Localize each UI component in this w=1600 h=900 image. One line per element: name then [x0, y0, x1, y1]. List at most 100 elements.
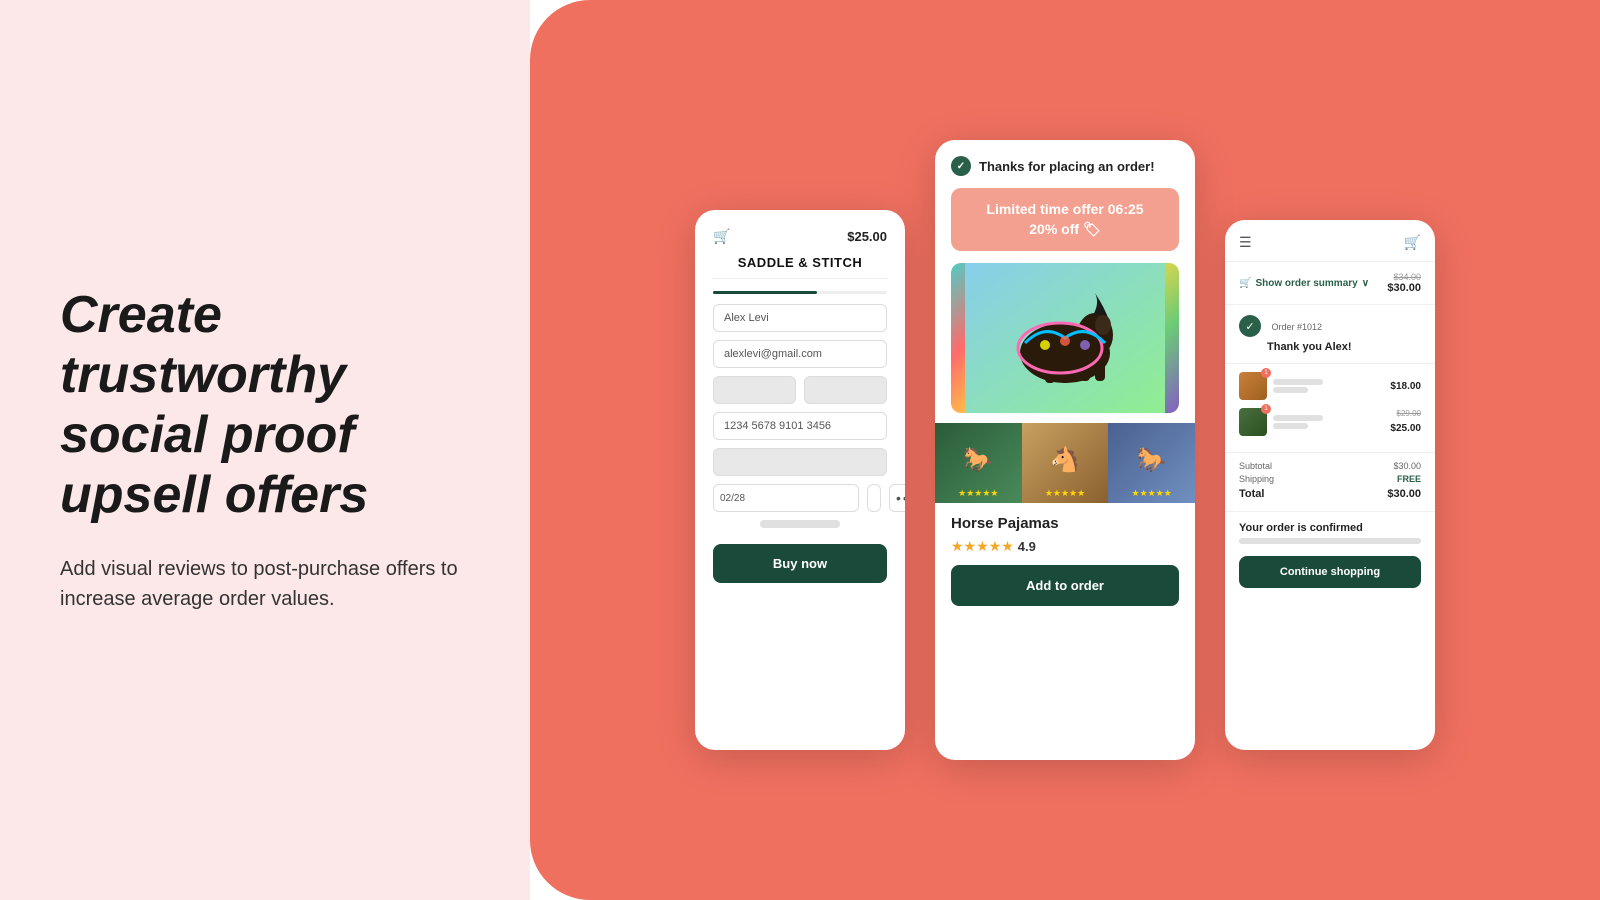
- order-item-2-left: 1: [1239, 408, 1323, 436]
- item-price-2-container: $29.00 $25.00: [1390, 409, 1421, 436]
- thumb-horse-icon-2: 🐴: [1050, 446, 1080, 475]
- thumb-3[interactable]: 🐎 ★★★★★: [1108, 423, 1195, 503]
- order-item-1: 1 $18.00: [1239, 372, 1421, 400]
- check-circle-icon: ✓: [951, 156, 971, 176]
- divider: [713, 278, 887, 279]
- shipping-label: Shipping: [1239, 474, 1274, 484]
- price-original: $34.00: [1387, 272, 1421, 282]
- total-row: Total $30.00: [1239, 488, 1421, 500]
- thumb-horse-icon-3: 🐎: [1137, 446, 1167, 475]
- thumb-stars-3: ★★★★★: [1132, 488, 1172, 499]
- order-summary-label[interactable]: 🛒 Show order summary ∨: [1239, 278, 1369, 289]
- order-item-2: 1 $29.00 $25.00: [1239, 408, 1421, 436]
- checkout-form: •••: [695, 304, 905, 528]
- continue-shopping-button[interactable]: Continue shopping: [1239, 556, 1421, 588]
- thank-you-text: Thank you Alex!: [1239, 341, 1421, 353]
- checkout-price: $25.00: [847, 229, 887, 244]
- checkout-phone-card: 🛒 $25.00 SADDLE & STITCH •••: [695, 210, 905, 750]
- thumb-2[interactable]: 🐴 ★★★★★: [1022, 423, 1109, 503]
- gray-bar: [760, 520, 840, 528]
- item-price-1: $18.00: [1390, 381, 1421, 392]
- order-confirmed-section: ✓ Order #1012 Thank you Alex!: [1225, 305, 1435, 364]
- item-line-1a: [1273, 379, 1323, 385]
- email-field[interactable]: [713, 340, 887, 368]
- product-rating: 4.9: [1018, 539, 1036, 554]
- card-number-field[interactable]: [713, 412, 887, 440]
- order-summary-price: $34.00 $30.00: [1387, 272, 1421, 294]
- buy-button-container: Buy now: [695, 544, 905, 601]
- item-line-2a: [1273, 415, 1323, 421]
- cart-icon: 🛒: [713, 228, 730, 245]
- total-label: Total: [1239, 488, 1264, 500]
- confirmed-subtitle: [1239, 538, 1421, 544]
- offer-discount: 20% off 🏷: [963, 220, 1167, 240]
- buy-now-button[interactable]: Buy now: [713, 544, 887, 583]
- dots-field: •••: [889, 484, 905, 512]
- progress-bar-container: [695, 291, 905, 294]
- order-summary-row: 🛒 Show order summary ∨ $34.00 $30.00: [1225, 262, 1435, 305]
- thumb-horse-icon-1: 🐎: [963, 446, 993, 475]
- product-name: Horse Pajamas: [951, 515, 1179, 532]
- horse-product-image: [951, 263, 1179, 413]
- upsell-phone-card: ✓ Thanks for placing an order! Limited t…: [935, 140, 1195, 760]
- confirmed-section: Your order is confirmed Continue shoppin…: [1225, 512, 1435, 598]
- add-to-order-button[interactable]: Add to order: [951, 565, 1179, 606]
- item-text-1: [1273, 379, 1323, 393]
- name-field[interactable]: [713, 304, 887, 332]
- thumbnails-row: 🐎 ★★★★★ 🐴 ★★★★★ 🐎 ★★★★★: [935, 423, 1195, 503]
- chevron-icon: ∨: [1362, 278, 1369, 289]
- item-text-2: [1273, 415, 1323, 429]
- phone3-header: ☰ 🛒: [1225, 220, 1435, 262]
- form-row-1: [713, 376, 887, 404]
- shipping-row: Shipping FREE: [1239, 474, 1421, 484]
- subtotal-value: $30.00: [1393, 461, 1421, 471]
- progress-track: [713, 291, 887, 294]
- phone2-top: ✓ Thanks for placing an order! Limited t…: [935, 140, 1195, 423]
- price-current: $30.00: [1387, 282, 1421, 294]
- page-subtitle: Add visual reviews to post-purchase offe…: [60, 554, 470, 614]
- thumb-1[interactable]: 🐎 ★★★★★: [935, 423, 1022, 503]
- phone2-bottom: Horse Pajamas ★★★★★ 4.9 Add to order: [935, 503, 1195, 620]
- item-price-2: $25.00: [1390, 423, 1421, 434]
- order-confirmed-phone-card: ☰ 🛒 🛒 Show order summary ∨ $34.00 $30.00…: [1225, 220, 1435, 750]
- form-row-3: •••: [713, 484, 887, 512]
- subtotal-label: Subtotal: [1239, 461, 1272, 471]
- thumb-stars-1: ★★★★★: [958, 488, 998, 499]
- order-items: 1 $18.00 1: [1225, 364, 1435, 453]
- item-badge-2: 1: [1261, 404, 1271, 414]
- cart-icon-summary: 🛒: [1239, 278, 1251, 289]
- limited-offer-banner: Limited time offer 06:25 20% off 🏷: [951, 188, 1179, 251]
- address-placeholder: [713, 448, 887, 476]
- item-thumb-2: 1: [1239, 408, 1267, 436]
- item-line-1b: [1273, 387, 1308, 393]
- order-totals: Subtotal $30.00 Shipping FREE Total $30.…: [1225, 453, 1435, 512]
- thumb-stars-2: ★★★★★: [1045, 488, 1085, 499]
- horse-svg: [965, 263, 1165, 413]
- item-badge-1: 1: [1261, 368, 1271, 378]
- order-item-1-left: 1: [1239, 372, 1323, 400]
- item-thumb-1: 1: [1239, 372, 1267, 400]
- field-placeholder-2: [804, 376, 887, 404]
- check-circle-order: ✓: [1239, 315, 1261, 337]
- offer-label: Limited time offer 06:25: [963, 200, 1167, 220]
- summary-text: Show order summary: [1255, 278, 1357, 289]
- product-stars: ★★★★★: [951, 538, 1014, 555]
- left-panel: Create trustworthy social proof upsell o…: [0, 0, 530, 900]
- progress-fill: [713, 291, 817, 294]
- page-title: Create trustworthy social proof upsell o…: [60, 286, 470, 525]
- stars-row: ★★★★★ 4.9: [951, 538, 1179, 555]
- thanks-text: Thanks for placing an order!: [979, 159, 1155, 174]
- hamburger-icon[interactable]: ☰: [1239, 234, 1252, 251]
- shipping-value: FREE: [1397, 474, 1421, 484]
- item-line-2b: [1273, 423, 1308, 429]
- store-name: SADDLE & STITCH: [695, 255, 905, 278]
- item-price-2-original: $29.00: [1390, 409, 1421, 418]
- thanks-header: ✓ Thanks for placing an order!: [951, 156, 1179, 176]
- order-number: Order #1012: [1271, 322, 1322, 332]
- field-placeholder-1: [713, 376, 796, 404]
- right-panel: 🛒 $25.00 SADDLE & STITCH •••: [530, 0, 1600, 900]
- expiry-field[interactable]: [713, 484, 859, 512]
- cart-icon-p3[interactable]: 🛒: [1404, 234, 1421, 251]
- subtotal-row: Subtotal $30.00: [1239, 461, 1421, 471]
- total-value: $30.00: [1387, 488, 1421, 500]
